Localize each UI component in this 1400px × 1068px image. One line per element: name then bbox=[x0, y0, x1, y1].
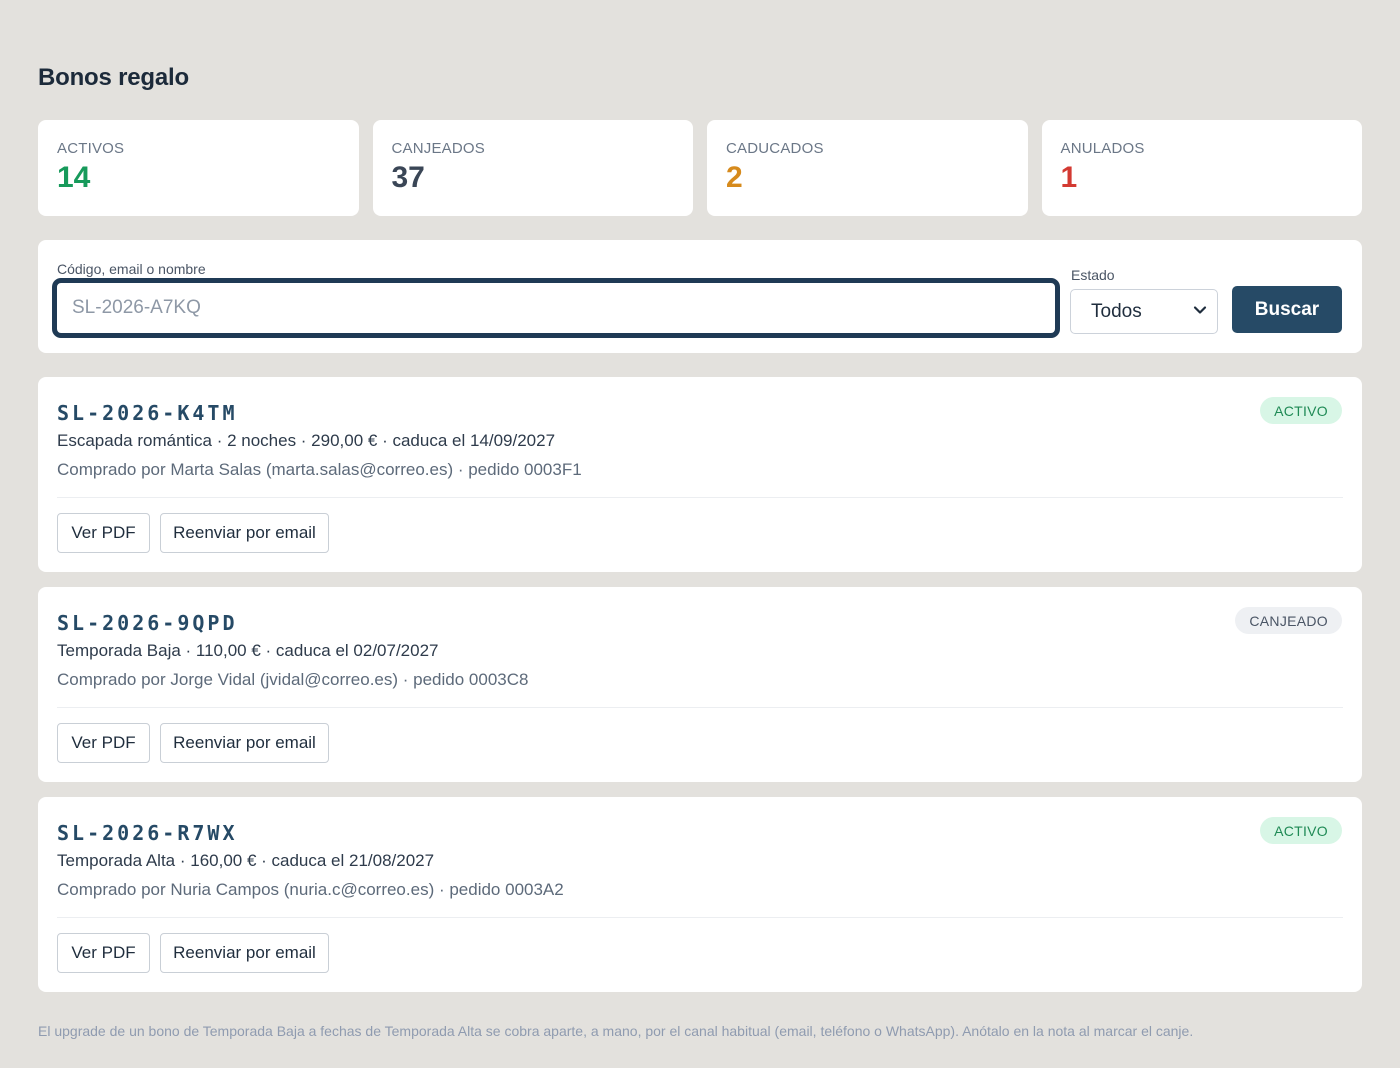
stat-card-canjeados: CANJEADOS 37 bbox=[372, 120, 693, 216]
chevron-down-icon bbox=[1193, 306, 1207, 314]
resend-email-button[interactable]: Reenviar por email bbox=[160, 723, 329, 763]
search-label: Código, email o nombre bbox=[57, 261, 206, 277]
stat-value: 37 bbox=[391, 161, 425, 194]
stat-card-anulados: ANULADOS 1 bbox=[1041, 120, 1362, 216]
search-button[interactable]: Buscar bbox=[1232, 286, 1342, 333]
voucher-description: Temporada Baja · 110,00 € · caduca el 02… bbox=[57, 641, 439, 660]
voucher-description: Escapada romántica · 2 noches · 290,00 €… bbox=[57, 431, 556, 450]
search-input[interactable] bbox=[52, 278, 1060, 338]
resend-email-button[interactable]: Reenviar por email bbox=[160, 933, 329, 973]
estado-select-value: Todos bbox=[1091, 300, 1142, 322]
stat-label: ACTIVOS bbox=[57, 140, 125, 157]
stat-label: ANULADOS bbox=[1060, 140, 1145, 157]
estado-label: Estado bbox=[1071, 267, 1115, 283]
stat-value: 14 bbox=[57, 161, 91, 194]
view-pdf-button[interactable]: Ver PDF bbox=[57, 723, 150, 763]
view-pdf-button[interactable]: Ver PDF bbox=[57, 933, 150, 973]
voucher-card: SL-2026-K4TM ACTIVO Escapada romántica ·… bbox=[38, 377, 1362, 572]
voucher-card: SL-2026-R7WX ACTIVO Temporada Alta · 160… bbox=[38, 797, 1362, 992]
search-panel: Código, email o nombre Estado Todos Busc… bbox=[38, 240, 1362, 353]
stat-card-activos: ACTIVOS 14 bbox=[38, 120, 359, 216]
stat-label: CADUCADOS bbox=[726, 140, 824, 157]
stat-card-caducados: CADUCADOS 2 bbox=[707, 120, 1028, 216]
page: Bonos regalo ACTIVOS 14 CANJEADOS 37 CAD… bbox=[0, 0, 1400, 1068]
view-pdf-button[interactable]: Ver PDF bbox=[57, 513, 150, 553]
voucher-code: SL-2026-9QPD bbox=[57, 611, 238, 635]
voucher-code: SL-2026-R7WX bbox=[57, 821, 238, 845]
resend-email-button[interactable]: Reenviar por email bbox=[160, 513, 329, 553]
footnote: El upgrade de un bono de Temporada Baja … bbox=[38, 1023, 1194, 1039]
voucher-buyer: Comprado por Nuria Campos (nuria.c@corre… bbox=[57, 880, 564, 899]
status-badge: ACTIVO bbox=[1260, 817, 1342, 844]
voucher-code: SL-2026-K4TM bbox=[57, 401, 238, 425]
status-badge: CANJEADO bbox=[1235, 607, 1342, 634]
divider bbox=[57, 497, 1343, 498]
status-badge: ACTIVO bbox=[1260, 397, 1342, 424]
stat-value: 1 bbox=[1060, 161, 1078, 194]
page-title: Bonos regalo bbox=[38, 64, 189, 91]
stat-value: 2 bbox=[726, 161, 743, 194]
stats-row: ACTIVOS 14 CANJEADOS 37 CADUCADOS 2 ANUL… bbox=[38, 120, 1362, 216]
voucher-card: SL-2026-9QPD CANJEADO Temporada Baja · 1… bbox=[38, 587, 1362, 782]
voucher-buyer: Comprado por Jorge Vidal (jvidal@correo.… bbox=[57, 670, 529, 689]
estado-select[interactable]: Todos bbox=[1070, 289, 1218, 334]
divider bbox=[57, 707, 1343, 708]
voucher-buyer: Comprado por Marta Salas (marta.salas@co… bbox=[57, 460, 582, 479]
voucher-description: Temporada Alta · 160,00 € · caduca el 21… bbox=[57, 851, 435, 870]
divider bbox=[57, 917, 1343, 918]
stat-label: CANJEADOS bbox=[391, 140, 485, 157]
